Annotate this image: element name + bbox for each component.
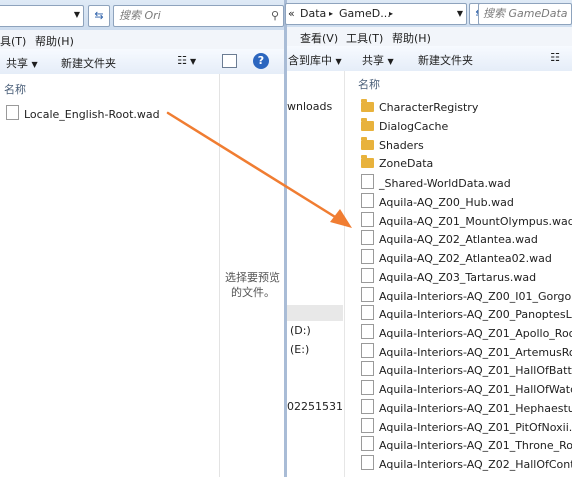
arrow-line	[166, 111, 342, 222]
drag-annotation-arrow	[166, 111, 352, 228]
arrow-head	[330, 209, 352, 228]
